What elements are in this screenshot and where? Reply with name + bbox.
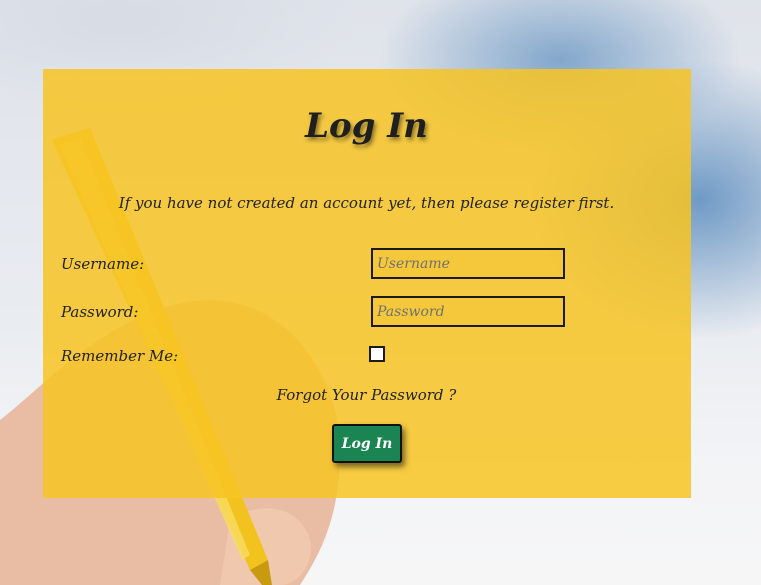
password-label: Password:	[61, 303, 139, 321]
username-input[interactable]	[371, 248, 565, 279]
password-input[interactable]	[371, 296, 565, 327]
register-notice: If you have not created an account yet, …	[118, 194, 615, 212]
username-label: Username:	[61, 255, 145, 273]
page-title: Log In	[305, 106, 428, 146]
login-button[interactable]: Log In	[332, 424, 402, 463]
remember-me-label: Remember Me:	[61, 347, 179, 365]
forgot-password-link[interactable]: Forgot Your Password ?	[0, 386, 733, 404]
remember-me-checkbox[interactable]	[369, 346, 385, 362]
